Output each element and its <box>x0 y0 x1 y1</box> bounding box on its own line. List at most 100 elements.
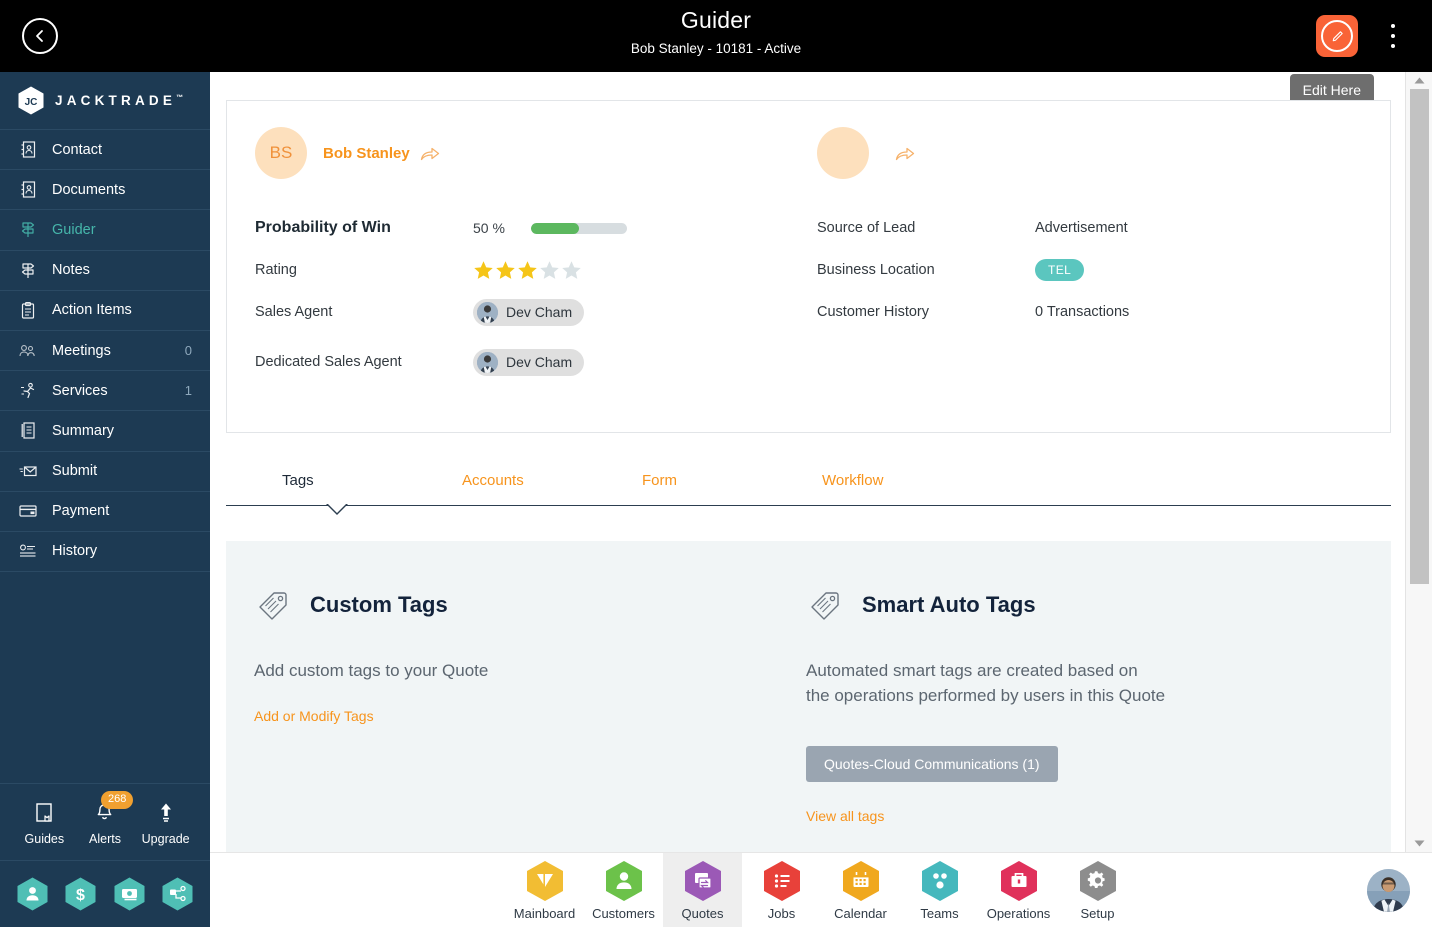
bottom-nav-jobs[interactable]: Jobs <box>742 853 821 927</box>
svg-text:$: $ <box>76 887 85 904</box>
add-or-modify-tags-link[interactable]: Add or Modify Tags <box>254 708 374 724</box>
main-content: Edit Here BS Bob Stanley Probability of … <box>210 72 1432 852</box>
sidebar-quick-actions: $ <box>0 860 210 927</box>
tab-accounts[interactable]: Accounts <box>462 472 642 505</box>
probability-progress-bar <box>531 222 627 234</box>
bottom-nav-calendar[interactable]: Calendar <box>821 853 900 927</box>
book-icon <box>34 799 54 827</box>
bottom-nav-quotes[interactable]: Quotes <box>663 853 742 927</box>
page-subtitle: Bob Stanley - 10181 - Active <box>630 41 802 56</box>
bottom-nav-label: Mainboard <box>513 906 576 921</box>
user-chip[interactable]: Dev Cham <box>473 348 585 376</box>
view-all-tags-link[interactable]: View all tags <box>806 808 1330 824</box>
user-chip[interactable]: Dev Cham <box>473 298 585 326</box>
kebab-dot-1 <box>1391 24 1395 28</box>
kebab-dot-2 <box>1391 34 1395 38</box>
signpost-icon <box>18 220 38 240</box>
vertical-scrollbar[interactable] <box>1405 72 1432 852</box>
share-arrow-icon[interactable] <box>420 145 440 162</box>
sidebar-item-notes[interactable]: Notes <box>0 251 210 291</box>
calendar-icon <box>842 860 880 902</box>
person-name: Bob Stanley <box>323 144 410 162</box>
sidebar-item-summary[interactable]: Summary <box>0 411 210 452</box>
user-avatar-icon[interactable] <box>1367 869 1410 912</box>
teams-icon <box>921 860 959 902</box>
probability-progress-fill <box>531 222 579 234</box>
field-business-location: Business Location TEL <box>817 249 1390 291</box>
scroll-up-arrow-icon[interactable] <box>1406 72 1432 89</box>
bottom-nav-label: Customers <box>592 906 655 921</box>
sidebar-item-label: Notes <box>52 262 90 279</box>
star-icon[interactable] <box>517 260 538 281</box>
field-value: 0 Transactions <box>1035 304 1130 320</box>
quick-action-person[interactable] <box>17 877 48 911</box>
overflow-menu-button[interactable] <box>1382 22 1404 50</box>
sidebar-item-history[interactable]: History <box>0 532 210 573</box>
sidebar-item-action-items[interactable]: Action Items <box>0 291 210 331</box>
sidebar-tools: Guides 268 Alerts Upgrade <box>0 783 210 860</box>
bottom-nav-mainboard[interactable]: Mainboard <box>505 853 584 927</box>
star-icon[interactable] <box>561 260 582 281</box>
bottom-nav-label: Quotes <box>681 906 724 921</box>
kebab-dot-3 <box>1391 44 1395 48</box>
scroll-down-arrow-icon[interactable] <box>1406 835 1432 852</box>
auto-tag-chip[interactable]: Quotes-Cloud Communications (1) <box>806 746 1058 783</box>
tags-panel: Custom Tags Add custom tags to your Quot… <box>226 541 1391 852</box>
bottom-nav-setup[interactable]: Setup <box>1058 853 1137 927</box>
edit-button[interactable] <box>1316 15 1358 57</box>
field-value: Advertisement <box>1035 220 1128 236</box>
star-icon[interactable] <box>473 260 494 281</box>
app-root: Guider Bob Stanley - 10181 - Active JC J… <box>0 0 1432 927</box>
field-label: Sales Agent <box>255 304 333 320</box>
sidebar-item-documents[interactable]: Documents <box>0 170 210 211</box>
field-customer-history: Customer History 0 Transactions <box>817 291 1390 333</box>
sidebar-item-meetings[interactable]: Meetings 0 <box>0 331 210 372</box>
chip-avatar-icon <box>477 301 498 323</box>
star-icon[interactable] <box>539 260 560 281</box>
quick-action-money-transfer[interactable] <box>114 877 145 911</box>
smart-auto-tags-title: Smart Auto Tags <box>862 592 1036 617</box>
sidebar-tool-label: Guides <box>24 831 65 846</box>
bottom-nav-label: Teams <box>920 906 959 921</box>
tab-list: Tags Accounts Form Workflow <box>226 472 1391 505</box>
card-fields: Probability of Win 50 % Rating Sales Age… <box>227 207 1390 383</box>
pencil-icon <box>1332 30 1343 41</box>
sidebar-tool-alerts[interactable]: 268 Alerts <box>75 790 135 846</box>
bottom-nav-teams[interactable]: Teams <box>900 853 979 927</box>
sidebar-item-contact[interactable]: Contact <box>0 130 210 171</box>
sidebar-item-submit[interactable]: Submit <box>0 452 210 492</box>
tab-bar: Tags Accounts Form Workflow <box>226 472 1391 515</box>
quick-action-dollar[interactable]: $ <box>65 877 96 911</box>
custom-tags-header: Custom Tags <box>254 585 778 625</box>
bottom-nav-list: Mainboard Customers Quotes Jobs Calendar… <box>505 853 1137 927</box>
scrollbar-thumb[interactable] <box>1410 89 1429 584</box>
quick-action-workflow[interactable] <box>162 877 193 911</box>
tab-tags[interactable]: Tags <box>282 472 462 505</box>
submit-envelope-icon <box>18 461 38 481</box>
page-title: Guider <box>680 7 752 33</box>
star-icon[interactable] <box>495 260 516 281</box>
summary-card: BS Bob Stanley Probability of Win 50 % R… <box>226 100 1391 433</box>
meetings-icon <box>18 341 38 361</box>
bottom-nav-customers[interactable]: Customers <box>584 853 663 927</box>
brand-name: JACKTRADE™ <box>55 93 183 108</box>
sidebar-item-payment[interactable]: Payment <box>0 492 210 532</box>
tab-form[interactable]: Form <box>642 472 822 505</box>
field-label: Rating <box>255 262 297 278</box>
sidebar-tool-upgrade[interactable]: Upgrade <box>136 799 196 846</box>
sidebar-tool-guides[interactable]: Guides <box>14 799 74 846</box>
sidebar-item-guider[interactable]: Guider <box>0 210 210 251</box>
jobs-icon <box>763 860 801 902</box>
contact-book-icon <box>18 140 38 160</box>
card-right-column: Source of Lead Advertisement Business Lo… <box>817 207 1390 383</box>
bottom-nav-operations[interactable]: Operations <box>979 853 1058 927</box>
sidebar-nav: Contact Documents Guider Notes Action It… <box>0 130 210 573</box>
chip-label: Dev Cham <box>506 304 573 320</box>
brand-text: JACKTRADE <box>55 93 177 108</box>
sidebar-item-services[interactable]: Services 1 <box>0 371 210 412</box>
tab-workflow[interactable]: Workflow <box>822 472 1002 505</box>
sidebar-item-label: Submit <box>52 463 98 480</box>
brand-logo[interactable]: JC JACKTRADE™ <box>0 72 210 130</box>
rating-stars[interactable] <box>473 260 582 281</box>
share-arrow-icon[interactable] <box>895 145 915 162</box>
